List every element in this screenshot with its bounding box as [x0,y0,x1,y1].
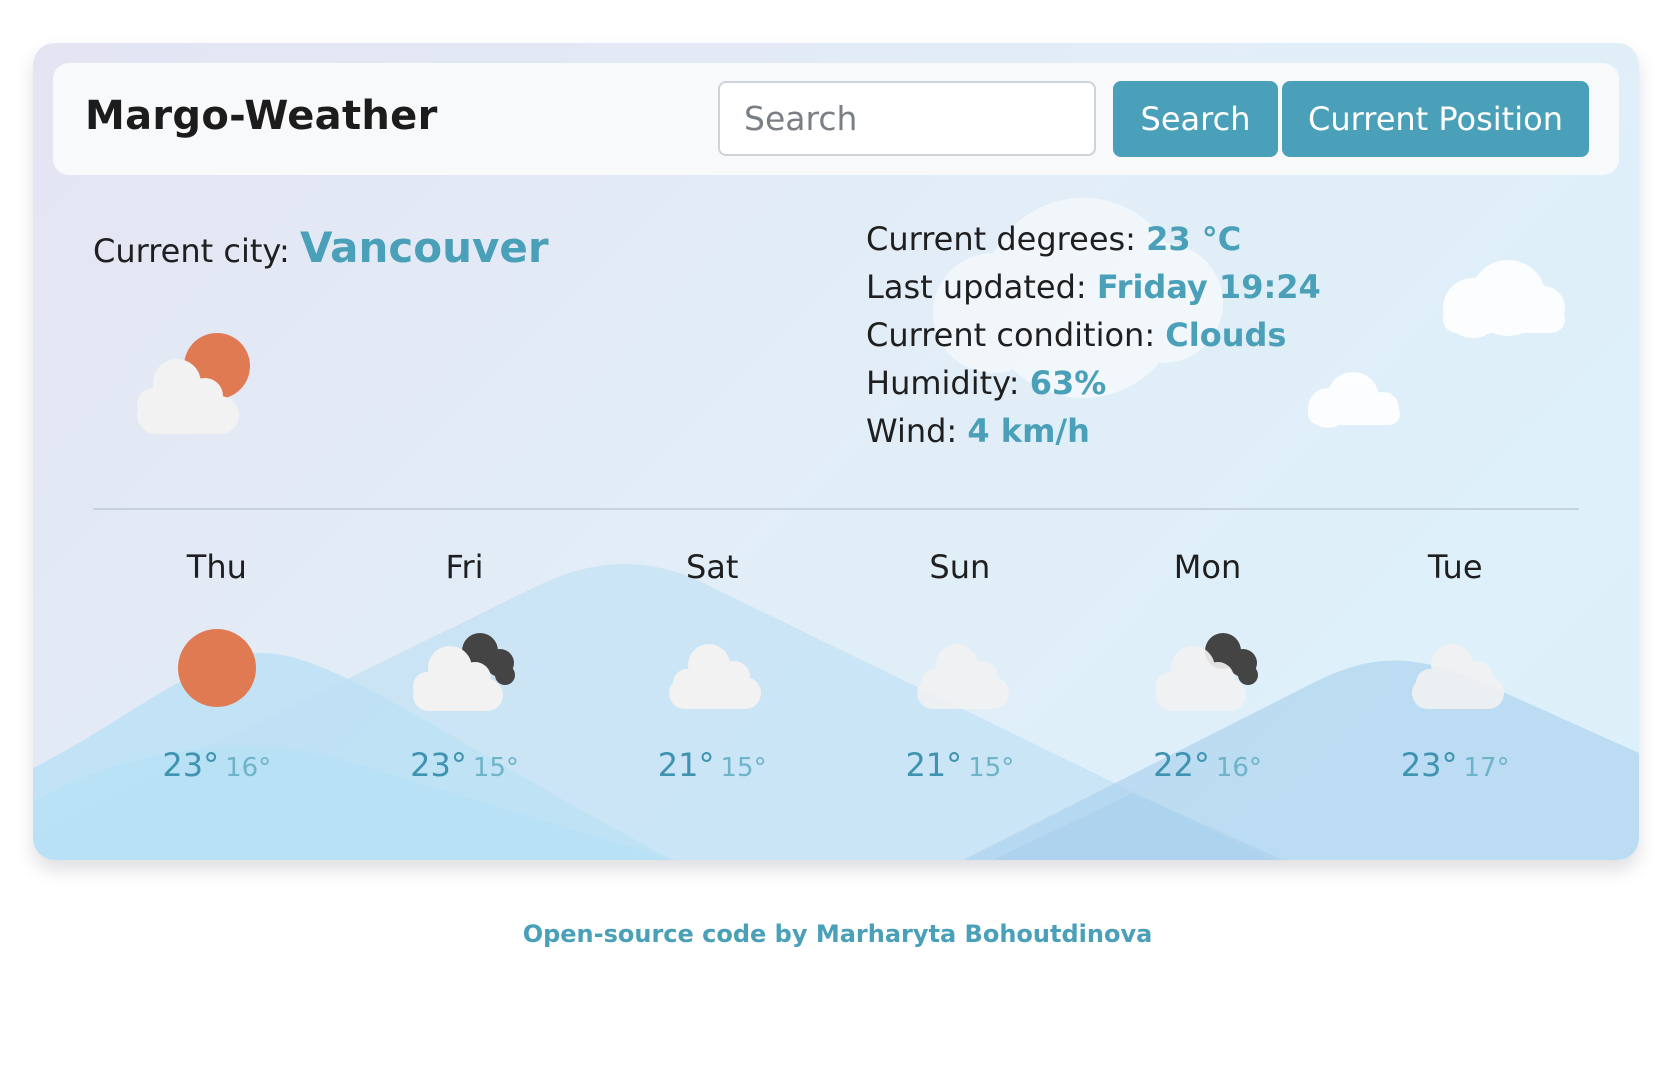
city-name: Vancouver [299,223,549,272]
wind-row: Wind: 4 km/h [866,407,1321,455]
updated-value: Friday 19:24 [1096,268,1321,306]
cloud-icon [1412,644,1505,709]
weather-card: Margo-Weather Search Current Position Cu… [33,43,1639,860]
forecast-day: Fri 23° 15° [341,548,589,808]
search-button[interactable]: Search [1113,81,1278,157]
cloud-icon [916,644,1009,709]
day-temperatures: 23° 16° [93,746,341,784]
day-temperatures: 21° 15° [836,746,1084,784]
day-name: Fri [445,548,484,586]
cloud-icon [669,644,762,709]
forecast-day: Sun 21° 15° [836,548,1084,808]
current-city: Current city: Vancouver [93,223,549,272]
temp-min: 15° [472,753,519,783]
humidity-label: Humidity: [866,364,1020,402]
forecast: Thu 23° 16° Fri 23° 15° Sat 21° 15° Sun … [93,548,1579,808]
temp-min: 16° [1215,753,1262,783]
temp-min: 16° [225,753,272,783]
wind-value: 4 km/h [967,412,1090,450]
condition-row: Current condition: Clouds [866,311,1321,359]
city-label: Current city: [93,232,290,270]
wind-label: Wind: [866,412,958,450]
day-name: Thu [186,548,247,586]
temp-max: 21° [905,746,963,784]
current-position-button[interactable]: Current Position [1282,81,1589,157]
sun-icon [177,629,256,707]
temp-min: 17° [1463,753,1510,783]
footer-source-link[interactable]: Open-source code by Marharyta Bohoutdino… [0,920,1675,948]
day-temperatures: 22° 16° [1084,746,1332,784]
current-details: Current degrees: 23 °C Last updated: Fri… [866,215,1321,455]
background-cloud-small [1308,372,1400,428]
temp-min: 15° [968,753,1015,783]
updated-label: Last updated: [866,268,1087,306]
temp-min: 15° [720,753,767,783]
navbar: Margo-Weather Search Current Position [53,63,1619,175]
humidity-row: Humidity: 63% [866,359,1321,407]
degrees-row: Current degrees: 23 °C [866,215,1321,263]
updated-row: Last updated: Friday 19:24 [866,263,1321,311]
day-temperatures: 23° 15° [341,746,589,784]
day-temperatures: 21° 15° [588,746,836,784]
forecast-day: Thu 23° 16° [93,548,341,808]
day-name: Mon [1173,548,1242,586]
cloud-dark-cloud-icon [412,633,515,711]
temp-max: 21° [657,746,715,784]
condition-value: Clouds [1165,316,1287,354]
brand-title: Margo-Weather [85,93,438,139]
forecast-day: Sat 21° 15° [588,548,836,808]
day-name: Sun [929,548,991,586]
search-input[interactable] [718,81,1096,156]
forecast-day: Tue 23° 17° [1331,548,1579,808]
cloud-dark-cloud-icon [1155,633,1258,711]
temp-max: 23° [1400,746,1458,784]
humidity-value: 63% [1029,364,1107,402]
degrees-label: Current degrees: [866,220,1136,258]
temp-max: 23° [162,746,220,784]
condition-label: Current condition: [866,316,1156,354]
temp-max: 22° [1153,746,1210,784]
divider [93,508,1579,510]
day-name: Tue [1427,548,1483,586]
background-cloud-right [1443,260,1565,338]
day-name: Sat [685,548,739,586]
forecast-day: Mon 22° 16° [1084,548,1332,808]
temp-max: 23° [410,746,467,784]
day-temperatures: 23° 17° [1331,746,1579,784]
degrees-value: 23 °C [1146,220,1242,258]
cloud-sun-icon [137,333,250,434]
